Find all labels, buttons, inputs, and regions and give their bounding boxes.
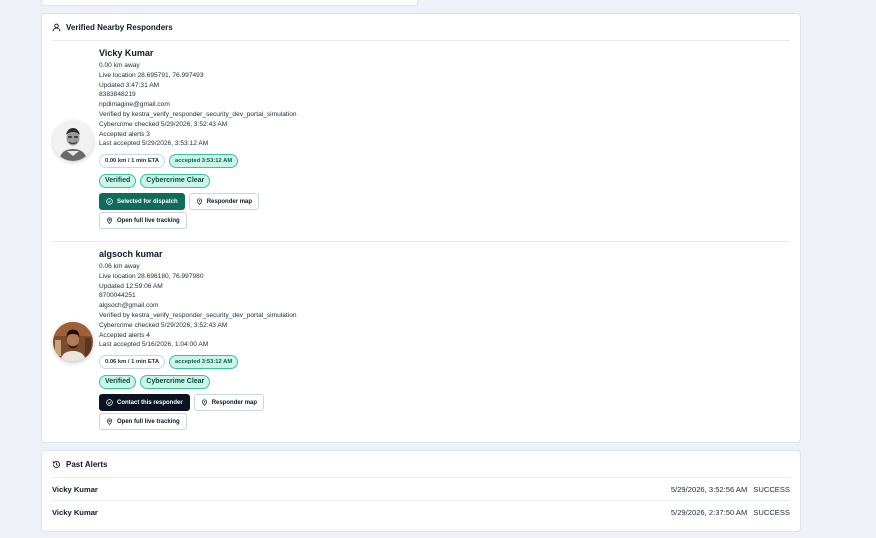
responder-actions: Selected for dispatch Responder map [99, 193, 790, 211]
responder-cybercrime-checked: Cybercrime checked 5/29/2026, 3:52:43 AM [99, 120, 228, 128]
alert-status: SUCCESS [753, 508, 790, 517]
verified-responders-card: Verified Nearby Responders Vicky Kumar 0… [41, 13, 801, 443]
responder-phone: 8383848219 [99, 91, 136, 99]
responder-map-button[interactable]: Responder map [193, 394, 265, 412]
responder-distance: 0.06 km away [99, 263, 140, 270]
responder-cybercrime-checked: Cybercrime checked 5/29/2026, 3:52:43 AM [99, 321, 228, 329]
table-row[interactable]: Vicky Kumar 5/29/2026, 3:52:56 AM SUCCES… [52, 478, 790, 501]
responder-chips: 0.06 km / 1 min ETA accepted 3:53:12 AM [99, 354, 790, 370]
accepted-chip: accepted 3:53:12 AM [169, 154, 239, 169]
accepted-chip: accepted 3:53:12 AM [169, 355, 239, 370]
responder-updated: Updated 12:59:06 AM [99, 282, 163, 290]
responder-phone: 8700044251 [99, 292, 136, 300]
alert-responder-name: Vicky Kumar [52, 484, 98, 494]
responder-verified-by: Verified by kestra_verify_responder_secu… [99, 311, 297, 319]
responder-actions-secondary: Open full live tracking [99, 413, 790, 431]
responder-actions-secondary: Open full live tracking [99, 212, 790, 230]
responder-last-accepted: Last accepted 5/29/2026, 3:53:12 AM [99, 140, 209, 148]
responder-map-button[interactable]: Responder map [188, 193, 260, 211]
responder-name: algsoch kumar [99, 249, 163, 259]
open-live-tracking-button[interactable]: Open full live tracking [99, 413, 187, 431]
responder-chips: 0.00 km / 1 min ETA accepted 3:53:12 AM [99, 153, 790, 169]
eta-chip: 0.06 km / 1 min ETA [99, 355, 166, 370]
selected-for-dispatch-button[interactable]: Selected for dispatch [99, 193, 185, 211]
verified-badge: Verified [99, 174, 137, 189]
avatar[interactable] [53, 322, 93, 362]
cybercrime-clear-badge: Cybercrime Clear [140, 174, 211, 189]
open-live-tracking-label: Open full live tracking [117, 217, 180, 224]
circle-check-icon [106, 198, 113, 205]
responder-actions: Contact this responder Responder map [99, 394, 790, 412]
responder-accepted-alerts: Accepted alerts 4 [99, 331, 150, 339]
responder-distance: 0.00 km away [99, 62, 140, 69]
responder-details: algsoch kumar 0.06 km away Live location… [99, 249, 790, 431]
responder-badges: Verified Cybercrime Clear [99, 174, 790, 189]
responder-verified-by: Verified by kestra_verify_responder_secu… [99, 110, 297, 118]
selected-for-dispatch-label: Selected for dispatch [117, 198, 178, 205]
responders-card-header: Verified Nearby Responders [52, 14, 790, 41]
past-alerts-card: Past Alerts Vicky Kumar 5/29/2026, 3:52:… [41, 450, 801, 532]
past-alerts-header: Past Alerts [52, 451, 790, 478]
avatar[interactable] [53, 121, 93, 161]
responder-badges: Verified Cybercrime Clear [99, 375, 790, 390]
map-pin-icon [196, 198, 203, 206]
responders-card-title: Verified Nearby Responders [66, 22, 173, 32]
responder-accepted-alerts: Accepted alerts 3 [99, 130, 150, 138]
cybercrime-clear-badge: Cybercrime Clear [140, 375, 211, 390]
responder-map-label: Responder map [206, 198, 253, 205]
map-pin-icon [201, 399, 208, 407]
open-live-tracking-button[interactable]: Open full live tracking [99, 212, 187, 230]
alert-time: 5/29/2026, 3:52:56 AM [670, 484, 748, 494]
contact-responder-label: Contact this responder [117, 399, 183, 406]
circle-check-icon [106, 399, 113, 406]
responder-item: algsoch kumar 0.06 km away Live location… [52, 242, 790, 442]
location-icon [106, 418, 113, 426]
responder-name: Vicky Kumar [99, 48, 154, 58]
responder-live-location: Live location 28.696180, 76.997980 [99, 272, 204, 280]
previous-card-fragment [41, 0, 418, 6]
user-icon [52, 23, 61, 32]
responder-map-label: Responder map [211, 399, 258, 406]
responder-updated: Updated 3:47:31 AM [99, 81, 160, 89]
responder-email: npdimagine@gmail.com [99, 101, 170, 109]
responder-email: algsoch@gmail.com [99, 302, 159, 310]
responder-details: Vicky Kumar 0.00 km away Live location 2… [99, 48, 790, 230]
location-icon [106, 217, 113, 225]
responder-item: Vicky Kumar 0.00 km away Live location 2… [52, 41, 790, 242]
verified-badge: Verified [99, 375, 137, 390]
responder-last-accepted: Last accepted 5/16/2026, 1:04:00 AM [99, 341, 209, 349]
table-row[interactable]: Vicky Kumar 5/29/2026, 2:37:50 AM SUCCES… [52, 501, 790, 524]
history-icon [52, 460, 61, 469]
responder-live-location: Live location 28.695791, 76.997493 [99, 71, 204, 79]
alert-status: SUCCESS [753, 484, 790, 494]
contact-responder-button[interactable]: Contact this responder [99, 394, 190, 412]
open-live-tracking-label: Open full live tracking [117, 418, 180, 425]
alert-time: 5/29/2026, 2:37:50 AM [670, 508, 748, 517]
past-alerts-title: Past Alerts [66, 459, 108, 469]
alert-meta: 5/29/2026, 2:37:50 AM SUCCESS [671, 508, 790, 517]
eta-chip: 0.00 km / 1 min ETA [99, 154, 166, 169]
alert-meta: 5/29/2026, 3:52:56 AM SUCCESS [671, 485, 790, 494]
alert-responder-name: Vicky Kumar [52, 508, 98, 517]
